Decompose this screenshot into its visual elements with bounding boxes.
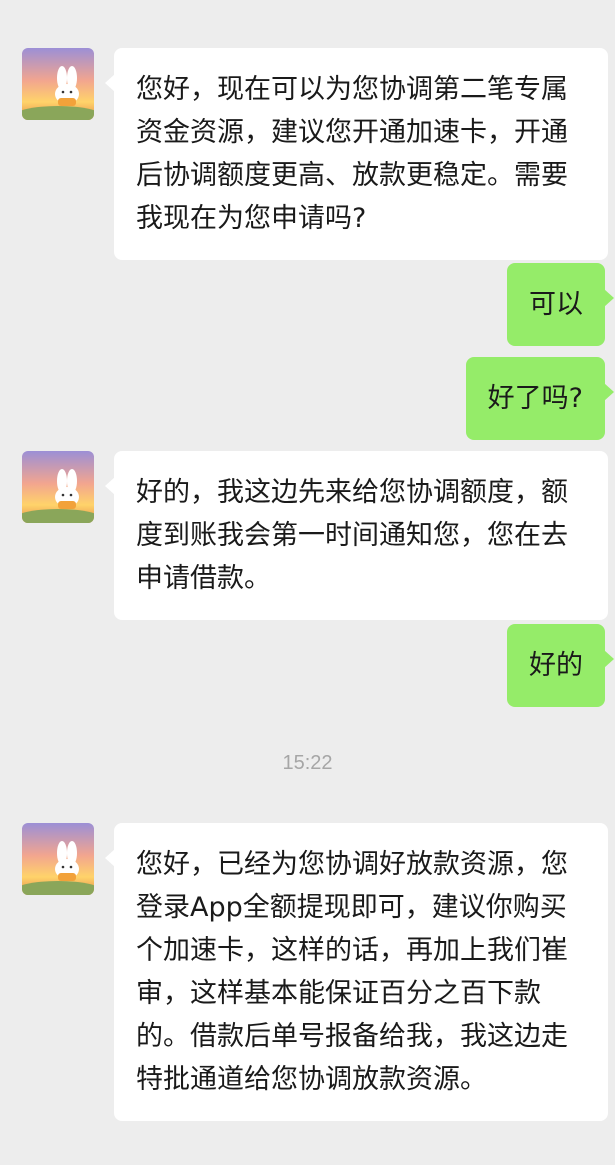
incoming-message[interactable]: 您好，现在可以为您协调第二笔专属资金资源，建议您开通加速卡，开通后协调额度更高、… <box>105 48 608 260</box>
outgoing-message[interactable]: 好的 <box>507 624 614 707</box>
bunny-sunset-avatar-icon <box>22 451 94 523</box>
outgoing-message[interactable]: 可以 <box>507 263 614 346</box>
incoming-message[interactable]: 您好，已经为您协调好放款资源，您登录App全额提现即可，建议你购买个加速卡，这样… <box>105 823 608 1121</box>
contact-avatar[interactable] <box>22 823 94 895</box>
bunny-sunset-avatar-icon <box>22 823 94 895</box>
chat-window: 您好，现在可以为您协调第二笔专属资金资源，建议您开通加速卡，开通后协调额度更高、… <box>0 0 615 1165</box>
message-timestamp: 15:22 <box>282 752 333 774</box>
incoming-message[interactable]: 好的，我这边先来给您协调额度，额度到账我会第一时间通知您，您在去申请借款。 <box>105 451 608 620</box>
contact-avatar[interactable] <box>22 451 94 523</box>
outgoing-message[interactable]: 好了吗? <box>465 357 615 440</box>
bunny-sunset-avatar-icon <box>22 48 94 120</box>
contact-avatar[interactable] <box>22 48 94 120</box>
